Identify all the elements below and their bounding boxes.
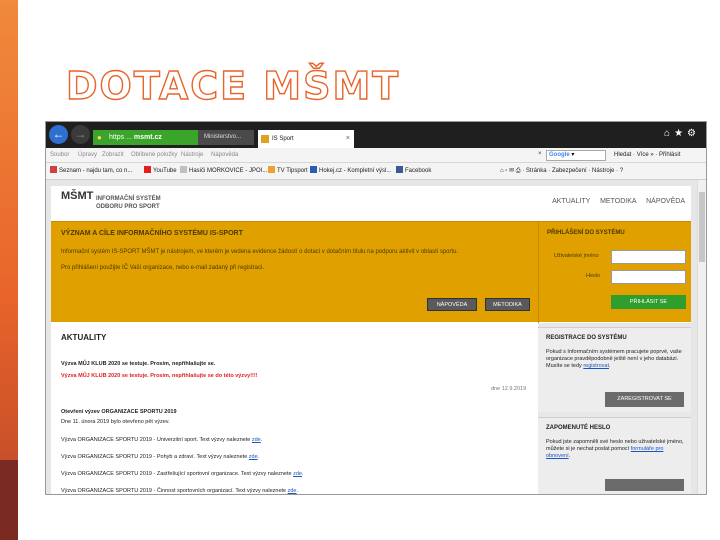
logo-caption: INFORMAČNÍ SYSTÉM ODBORU PRO SPORT — [96, 196, 161, 210]
register-title: REGISTRACE DO SYSTÉMU — [546, 335, 627, 341]
news-line: Výzva ORGANIZACE SPORTU 2019 - Pohyb a z… — [61, 454, 260, 460]
methodology-button[interactable]: METODIKA — [485, 298, 530, 311]
google-search-input[interactable]: Google ▾ — [546, 150, 606, 161]
news-line: Výzva ORGANIZACE SPORTU 2019 - Činnost s… — [61, 488, 299, 494]
login-button[interactable]: PŘIHLÁSIT SE — [611, 295, 686, 309]
address-row: ← → ● https ... msmt.cz Ministerstvo... … — [46, 122, 706, 148]
help-button[interactable]: NÁPOVĚDA — [427, 298, 477, 311]
menu-item[interactable]: Zobrazit — [102, 148, 124, 163]
username-label: Uživatelské jméno — [554, 253, 599, 259]
username-input[interactable] — [611, 250, 686, 264]
slide-accent-bar-dark — [0, 460, 18, 540]
news-link[interactable]: zde — [252, 437, 261, 443]
help-icon[interactable]: ? — [620, 168, 623, 174]
menu-item[interactable]: Soubor — [50, 148, 69, 163]
favorite-item[interactable]: Hokej.cz - Kompletní výsl... — [310, 163, 391, 180]
favorite-item[interactable]: Seznam - najdu tam, co n... — [50, 163, 132, 180]
signin-button[interactable]: Přihlásit — [659, 152, 680, 158]
favorite-item[interactable]: Facebook — [396, 163, 431, 180]
menu-item[interactable]: Nástroje — [181, 148, 203, 163]
page-viewport: MŠMT INFORMAČNÍ SYSTÉM ODBORU PRO SPORT … — [46, 180, 706, 494]
is-sport-site: MŠMT INFORMAČNÍ SYSTÉM ODBORU PRO SPORT … — [51, 186, 691, 494]
search-button[interactable]: Hledat — [614, 152, 631, 158]
scrollbar-thumb[interactable] — [699, 192, 705, 262]
hero-text: Pro přihlášení použijte IČ Vaší organiza… — [61, 265, 264, 271]
hero-text: Informační systém IS-SPORT MŠMT je nástr… — [61, 249, 459, 255]
news-section: AKTUALITY Výzva MŮJ KLUB 2020 se testuje… — [51, 323, 538, 494]
menu-item[interactable]: Oblíbené položky — [131, 148, 177, 163]
news-link[interactable]: zde — [249, 454, 258, 460]
page-menu[interactable]: Stránka — [526, 168, 547, 174]
star-icon[interactable]: ★ — [674, 128, 687, 139]
slide-title: DOTACE MŠMT — [65, 63, 401, 108]
news-line: Výzva ORGANIZACE SPORTU 2019 - Zastřešuj… — [61, 471, 304, 477]
news-text: Dne 11. února 2019 bylo otevřeno pět výz… — [61, 419, 170, 425]
forgot-text: Pokud jste zapomněli své heslo nebo uživ… — [546, 439, 684, 459]
nav-napoveda[interactable]: NÁPOVĚDA — [646, 198, 685, 205]
forgot-title: ZAPOMENUTÉ HESLO — [546, 425, 611, 431]
news-item-title: Otevření výzev ORGANIZACE SPORTU 2019 — [61, 409, 177, 415]
menu-item[interactable]: Nápověda — [211, 148, 238, 163]
news-link[interactable]: zde — [293, 471, 302, 477]
news-item-title: Výzva MŮJ KLUB 2020 se testuje. Prosím, … — [61, 361, 216, 367]
url-scheme: https — [109, 134, 125, 141]
slide-accent-bar — [0, 0, 18, 540]
site-header: MŠMT INFORMAČNÍ SYSTÉM ODBORU PRO SPORT … — [51, 186, 691, 221]
register-box: REGISTRACE DO SYSTÉMU Pokud s Informační… — [538, 327, 691, 412]
search-toolbar: Hledat · Více » · Přihlásit — [614, 152, 681, 158]
news-link[interactable]: zde — [288, 488, 297, 494]
tab-is-sport[interactable]: IS Sport × — [258, 130, 354, 148]
forgot-password-box: ZAPOMENUTÉ HESLO Pokud jste zapomněli sv… — [538, 417, 691, 494]
window-icons: ⌂★⚙ — [664, 128, 700, 139]
favorite-item[interactable]: Hasiči MORKOVICE - JPOI... — [180, 163, 267, 180]
register-text: Pokud s Informačním systémem pracujete p… — [546, 349, 682, 369]
forward-button[interactable]: → — [71, 125, 90, 144]
home-icon[interactable]: ⌂ — [664, 128, 674, 139]
password-label: Heslo — [586, 273, 601, 279]
news-warning: Výzva MŮJ KLUB 2020 se testuje. Prosím, … — [61, 373, 258, 379]
close-icon[interactable]: × — [538, 151, 542, 157]
tab-title: IS Sport — [272, 136, 294, 142]
news-date: dne 12.9.2019 — [491, 386, 527, 392]
nav-metodika[interactable]: METODIKA — [600, 198, 636, 205]
more-button[interactable]: Více » — [637, 152, 654, 158]
favorites-bar: Seznam - najdu tam, co n... YouTube Hasi… — [46, 163, 706, 180]
safety-menu[interactable]: Zabezpečení — [552, 168, 587, 174]
close-tab-icon[interactable]: × — [346, 130, 350, 148]
lock-icon: ● — [97, 133, 102, 142]
password-input[interactable] — [611, 270, 686, 284]
site-nav: AKTUALITY METODIKA NÁPOVĚDA — [544, 198, 685, 205]
news-title: AKTUALITY — [61, 333, 107, 342]
browser-screenshot: ← → ● https ... msmt.cz Ministerstvo... … — [45, 121, 707, 495]
sidebar: REGISTRACE DO SYSTÉMU Pokud s Informační… — [538, 323, 691, 494]
tools-menu[interactable]: Nástroje — [592, 168, 614, 174]
page-tools: ⌂ ▫ ✉ ⎙ · Stránka · Zabezpečení · Nástro… — [500, 168, 624, 174]
nav-aktuality[interactable]: AKTUALITY — [552, 198, 590, 205]
url-domain: msmt.cz — [133, 134, 162, 141]
reset-button[interactable] — [605, 479, 684, 491]
gear-icon[interactable]: ⚙ — [687, 128, 700, 139]
back-button[interactable]: ← — [49, 125, 68, 144]
login-panel: PŘIHLÁŠENÍ DO SYSTÉMU Uživatelské jméno … — [538, 222, 691, 323]
favorite-item[interactable]: TV Tipsport — [268, 163, 308, 180]
favorite-item[interactable]: YouTube — [144, 163, 177, 180]
home-icon[interactable]: ⌂ — [500, 168, 504, 174]
register-button[interactable]: ZAREGISTROVAT SE — [605, 392, 684, 407]
menu-item[interactable]: Úpravy — [78, 148, 97, 163]
hero-title: VÝZNAM A CÍLE INFORMAČNÍHO SYSTÉMU IS-SP… — [61, 230, 243, 237]
menu-bar: Soubor Úpravy Zobrazit Oblíbené položky … — [46, 148, 706, 163]
certificate-label[interactable]: Ministerstvo... — [198, 130, 254, 145]
hero-panel: VÝZNAM A CÍLE INFORMAČNÍHO SYSTÉMU IS-SP… — [51, 221, 691, 323]
news-line: Výzva ORGANIZACE SPORTU 2019 - Univerzit… — [61, 437, 263, 443]
login-title: PŘIHLÁŠENÍ DO SYSTÉMU — [547, 230, 625, 236]
msmt-logo[interactable]: MŠMT — [61, 190, 93, 216]
site-favicon-icon — [261, 135, 269, 143]
register-link[interactable]: registrovat — [583, 363, 609, 369]
scrollbar[interactable] — [697, 180, 706, 494]
